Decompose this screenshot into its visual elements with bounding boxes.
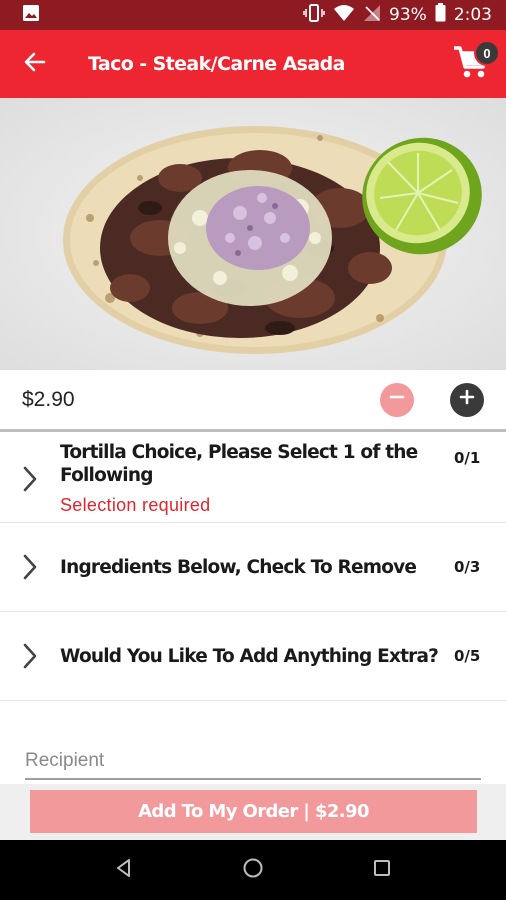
chevron-right-icon	[0, 643, 60, 669]
wifi-icon	[333, 4, 355, 27]
clock: 2:03	[453, 5, 492, 25]
option-group-extras[interactable]: Would You Like To Add Anything Extra? 0/…	[0, 612, 506, 701]
option-count: 0/5	[454, 647, 481, 665]
decrease-quantity-button[interactable]	[380, 382, 414, 417]
vibrate-icon	[303, 3, 325, 27]
increase-quantity-button[interactable]	[450, 382, 484, 417]
battery-percent: 93%	[389, 5, 427, 25]
cart-button[interactable]: 0	[436, 30, 506, 98]
system-nav-bar	[0, 840, 506, 900]
back-button[interactable]	[0, 30, 70, 98]
option-group-title: Would You Like To Add Anything Extra?	[60, 645, 439, 667]
arrow-left-icon	[23, 50, 47, 79]
footer: Add To My Order | $2.90	[0, 784, 506, 840]
option-group-tortilla[interactable]: Tortilla Choice, Please Select 1 of the …	[0, 435, 506, 523]
image-notification-icon	[22, 4, 40, 27]
status-bar: 93% 2:03	[0, 0, 506, 30]
nav-recents-button[interactable]	[362, 850, 402, 890]
chevron-right-icon	[0, 466, 60, 492]
price-row: $2.90	[0, 370, 506, 432]
option-count: 0/1	[454, 449, 481, 467]
option-count: 0/3	[454, 558, 481, 576]
add-to-order-button[interactable]: Add To My Order | $2.90	[30, 790, 477, 833]
chevron-right-icon	[0, 554, 60, 580]
selection-required-text: Selection required	[60, 495, 211, 515]
cart-count-badge: 0	[474, 40, 500, 66]
nav-back-button[interactable]	[104, 850, 144, 890]
option-group-title: Ingredients Below, Check To Remove	[60, 556, 417, 578]
option-group-ingredients[interactable]: Ingredients Below, Check To Remove 0/3	[0, 523, 506, 612]
option-group-title: Tortilla Choice, Please Select 1 of the …	[60, 442, 418, 486]
item-photo	[0, 98, 506, 370]
triangle-back-icon	[114, 858, 134, 883]
plus-icon	[458, 388, 476, 411]
no-signal-icon	[363, 4, 381, 27]
item-price: $2.90	[22, 387, 75, 411]
square-recents-icon	[373, 859, 391, 882]
circle-home-icon	[242, 857, 264, 884]
recipient-input[interactable]	[25, 744, 481, 780]
battery-icon	[435, 3, 446, 27]
minus-icon	[388, 388, 406, 411]
nav-home-button[interactable]	[233, 850, 273, 890]
page-title: Taco - Steak/Carne Asada	[88, 53, 345, 75]
app-bar: Taco - Steak/Carne Asada 0	[0, 30, 506, 98]
